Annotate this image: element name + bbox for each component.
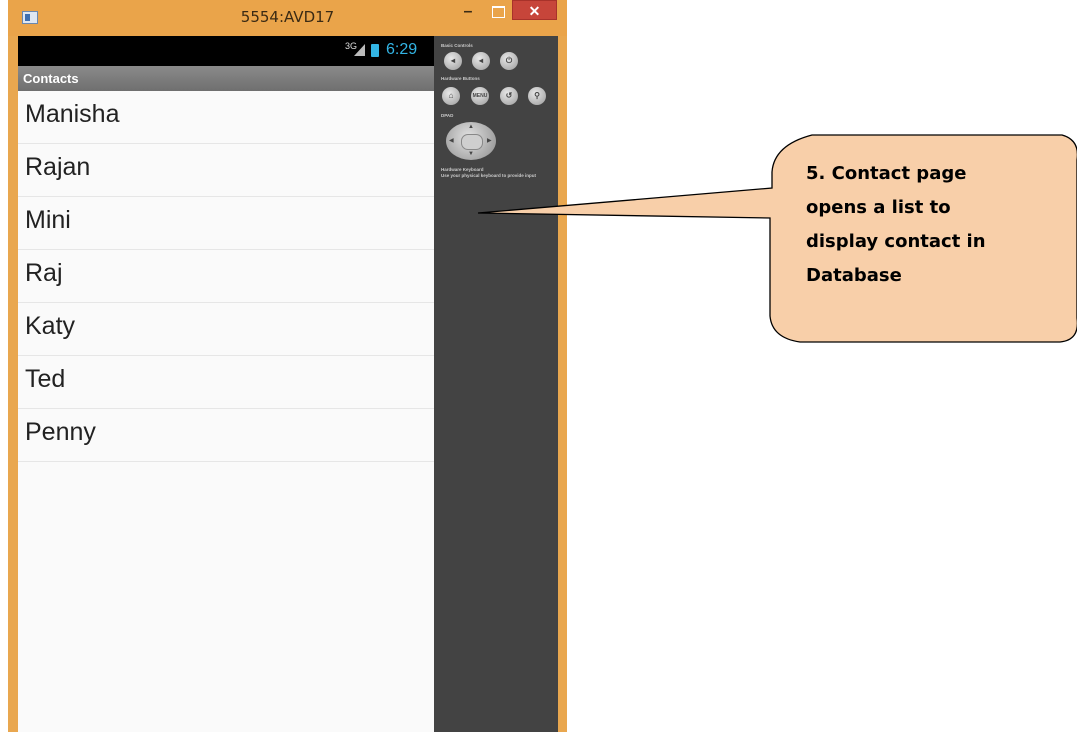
callout-text: 5. Contact page opens a list to display … xyxy=(806,157,1056,293)
callout-line: display contact in xyxy=(806,231,986,252)
callout-line: Database xyxy=(806,265,902,286)
callout-line: opens a list to xyxy=(806,197,951,218)
callout-bubble xyxy=(477,134,1077,343)
callout-line: 5. Contact page xyxy=(806,163,967,184)
